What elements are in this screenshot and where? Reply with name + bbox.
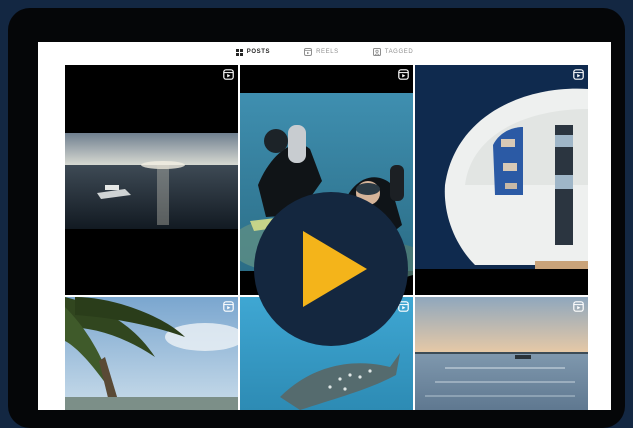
palm-tree-image <box>65 297 238 410</box>
tab-tagged[interactable]: TAGGED <box>372 48 414 56</box>
video-play-button[interactable] <box>254 192 408 346</box>
tag-icon <box>372 48 381 56</box>
profile-tabs: POSTS REELS TAGGED <box>38 42 611 62</box>
reel-icon <box>223 69 234 80</box>
play-icon <box>303 231 367 307</box>
grid-post[interactable] <box>415 65 588 295</box>
grid-post[interactable] <box>415 297 588 410</box>
tab-reels[interactable]: REELS <box>304 48 339 56</box>
reel-icon <box>573 301 584 312</box>
grid-icon <box>235 48 243 56</box>
grid-post[interactable] <box>65 65 238 295</box>
tab-posts[interactable]: POSTS <box>235 48 271 56</box>
yacht-aerial-image <box>415 65 588 295</box>
reel-icon <box>223 301 234 312</box>
tab-tagged-label: TAGGED <box>384 49 414 55</box>
reel-icon <box>398 69 409 80</box>
tab-posts-label: POSTS <box>246 49 271 55</box>
tab-reels-label: REELS <box>316 49 339 55</box>
reels-icon <box>304 48 313 56</box>
grid-post[interactable] <box>65 297 238 410</box>
reel-icon <box>573 69 584 80</box>
lagoon-dusk-image <box>415 297 588 410</box>
yacht-sunset-image <box>65 65 238 295</box>
